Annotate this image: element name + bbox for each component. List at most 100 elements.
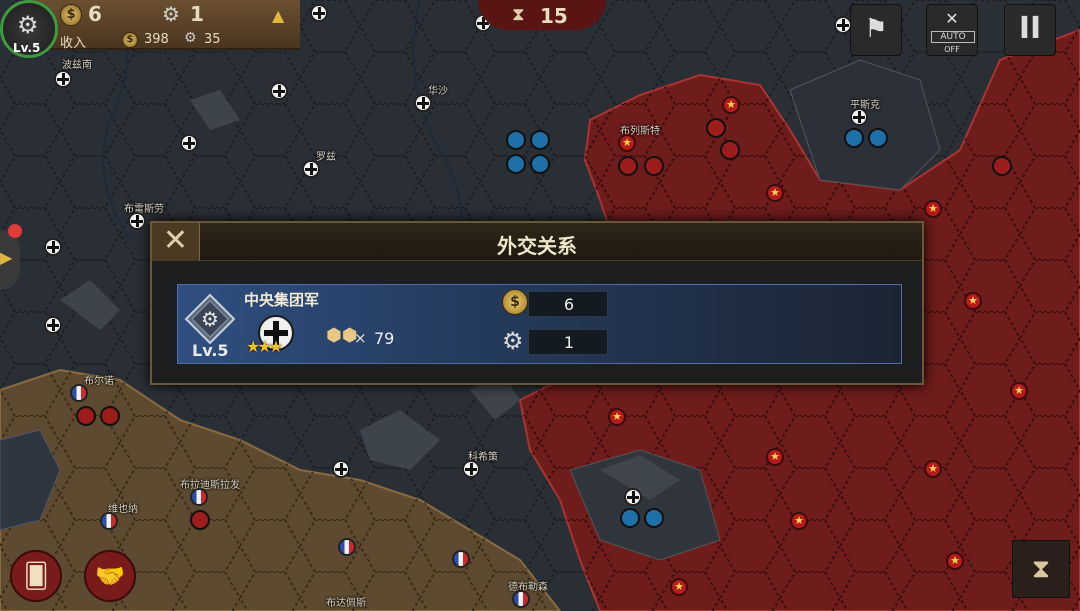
end-turn-button[interactable]: ⧗ <box>1012 540 1070 598</box>
city-label-debrecen: 德布勒森 <box>508 582 548 593</box>
city-icon[interactable] <box>180 134 198 152</box>
player-level: Lv.5 <box>13 41 41 55</box>
soviet-star-icon[interactable]: ★ <box>670 578 688 596</box>
industry-count: 1 <box>190 2 204 26</box>
turn-number: 15 <box>540 4 568 28</box>
pause-button[interactable]: II <box>1004 4 1056 56</box>
soviet-unit[interactable] <box>644 156 664 176</box>
soviet-star-icon[interactable]: ★ <box>924 200 942 218</box>
allied-flag-icon[interactable] <box>338 538 356 556</box>
city-label-brno: 布尔诺 <box>84 376 114 387</box>
city-icon[interactable] <box>850 108 868 126</box>
faction-level: Lv.5 <box>192 341 229 360</box>
allied-unit[interactable] <box>76 406 96 426</box>
city-icon[interactable] <box>44 316 62 334</box>
unit-count: 79 <box>374 329 395 348</box>
allied-unit[interactable] <box>100 406 120 426</box>
close-icon: ✕ <box>162 223 189 258</box>
gear-icon: ⚙ <box>162 2 180 26</box>
multiply-sign: × <box>354 329 367 347</box>
city-label-breslau: 布雷斯劳 <box>124 204 164 215</box>
handshake-icon: 🤝 <box>95 562 125 590</box>
allied-flag-icon[interactable] <box>512 590 530 608</box>
diplomacy-dialog: 外交关系 ✕ ⚙ Lv.5 中央集团军 ★★★ ⬢⬢ × 79 $ 6 ⚙ 1 <box>150 221 924 385</box>
axis-unit[interactable] <box>530 130 550 150</box>
resource-hud: $ 6 ⚙ 1 收入 $ 398 ⚙ 35 ⚙ Lv.5 ▲ <box>0 0 300 58</box>
axis-unit[interactable] <box>844 128 864 148</box>
city-label-warsaw: 华沙 <box>428 86 448 97</box>
soviet-star-icon[interactable]: ★ <box>1010 382 1028 400</box>
soviet-star-icon[interactable]: ★ <box>618 134 636 152</box>
city-icon[interactable] <box>302 160 320 178</box>
cards-button[interactable]: 🂠 <box>10 550 62 602</box>
crossed-rifles-icon: ✕ <box>945 9 959 28</box>
gear-icon: ⚙ <box>17 11 39 39</box>
city-icon[interactable] <box>462 460 480 478</box>
city-icon[interactable] <box>310 4 328 22</box>
city-label-budapest: 布达佩斯 <box>326 598 366 609</box>
city-icon[interactable] <box>332 460 350 478</box>
gold-value-box: 6 <box>528 291 608 317</box>
axis-unit[interactable] <box>620 508 640 528</box>
city-icon[interactable] <box>44 238 62 256</box>
soviet-star-icon[interactable]: ★ <box>964 292 982 310</box>
allied-flag-icon[interactable] <box>452 550 470 568</box>
chevron-up-icon[interactable]: ▲ <box>272 6 284 25</box>
dialog-title: 外交关系 <box>497 234 577 258</box>
city-label-bratislava: 布拉迪斯拉发 <box>180 480 240 491</box>
close-button[interactable]: ✕ <box>152 223 200 261</box>
city-icon[interactable] <box>128 212 146 230</box>
chevron-right-icon: ▶ <box>0 248 13 267</box>
city-icon[interactable] <box>54 70 72 88</box>
svg-text:⚙: ⚙ <box>201 307 219 331</box>
dialog-body: ⚙ Lv.5 中央集团军 ★★★ ⬢⬢ × 79 $ 6 ⚙ 1 <box>152 261 922 383</box>
coin-icon: $ <box>60 4 82 26</box>
auto-state: OFF <box>944 45 960 54</box>
gear-icon: ⚙ <box>184 30 197 46</box>
city-icon[interactable] <box>624 488 642 506</box>
city-icon[interactable] <box>414 94 432 112</box>
turn-counter: ⧗ 15 <box>478 0 606 30</box>
player-level-badge[interactable]: ⚙ Lv.5 <box>0 0 58 58</box>
auto-button[interactable]: ✕ AUTO OFF <box>926 4 978 56</box>
auto-label: AUTO <box>931 31 975 43</box>
gold-value: 6 <box>563 295 575 314</box>
allied-flag-icon[interactable] <box>100 512 118 530</box>
industry-value-box: 1 <box>528 329 608 355</box>
income-gold: 398 <box>144 32 169 47</box>
hourglass-icon: ⧗ <box>512 4 525 25</box>
soviet-unit[interactable] <box>992 156 1012 176</box>
city-icon[interactable] <box>270 82 288 100</box>
hourglass-icon: ⧗ <box>1031 554 1051 584</box>
soviet-star-icon[interactable]: ★ <box>766 448 784 466</box>
notification-dot <box>8 224 22 238</box>
soviet-star-icon[interactable]: ★ <box>608 408 626 426</box>
soviet-star-icon[interactable]: ★ <box>722 96 740 114</box>
gear-icon: ⚙ <box>502 327 524 355</box>
diplomacy-button[interactable]: 🤝 <box>84 550 136 602</box>
axis-unit[interactable] <box>506 130 526 150</box>
axis-unit[interactable] <box>644 508 664 528</box>
soviet-star-icon[interactable]: ★ <box>924 460 942 478</box>
flags-button[interactable]: ⚑ <box>850 4 902 56</box>
soviet-star-icon[interactable]: ★ <box>946 552 964 570</box>
dialog-header: 外交关系 ✕ <box>152 223 922 261</box>
allied-flag-icon[interactable] <box>70 384 88 402</box>
soviet-unit[interactable] <box>720 140 740 160</box>
faction-name: 中央集团军 <box>244 291 320 309</box>
soviet-unit[interactable] <box>618 156 638 176</box>
allied-unit[interactable] <box>190 510 210 530</box>
city-label-poznan: 波兹南 <box>62 60 92 71</box>
resource-bar: $ 6 ⚙ 1 收入 $ 398 ⚙ 35 <box>30 0 300 51</box>
allied-flag-icon[interactable] <box>190 488 208 506</box>
coin-icon: $ <box>122 32 138 48</box>
income-industry: 35 <box>204 32 221 47</box>
soviet-star-icon[interactable]: ★ <box>790 512 808 530</box>
soviet-unit[interactable] <box>706 118 726 138</box>
soviet-star-icon[interactable]: ★ <box>766 184 784 202</box>
axis-unit[interactable] <box>530 154 550 174</box>
faction-row[interactable]: ⚙ Lv.5 中央集团军 ★★★ ⬢⬢ × 79 $ 6 ⚙ 1 <box>177 284 902 364</box>
city-label-lodz: 罗兹 <box>316 152 336 163</box>
axis-unit[interactable] <box>506 154 526 174</box>
axis-unit[interactable] <box>868 128 888 148</box>
